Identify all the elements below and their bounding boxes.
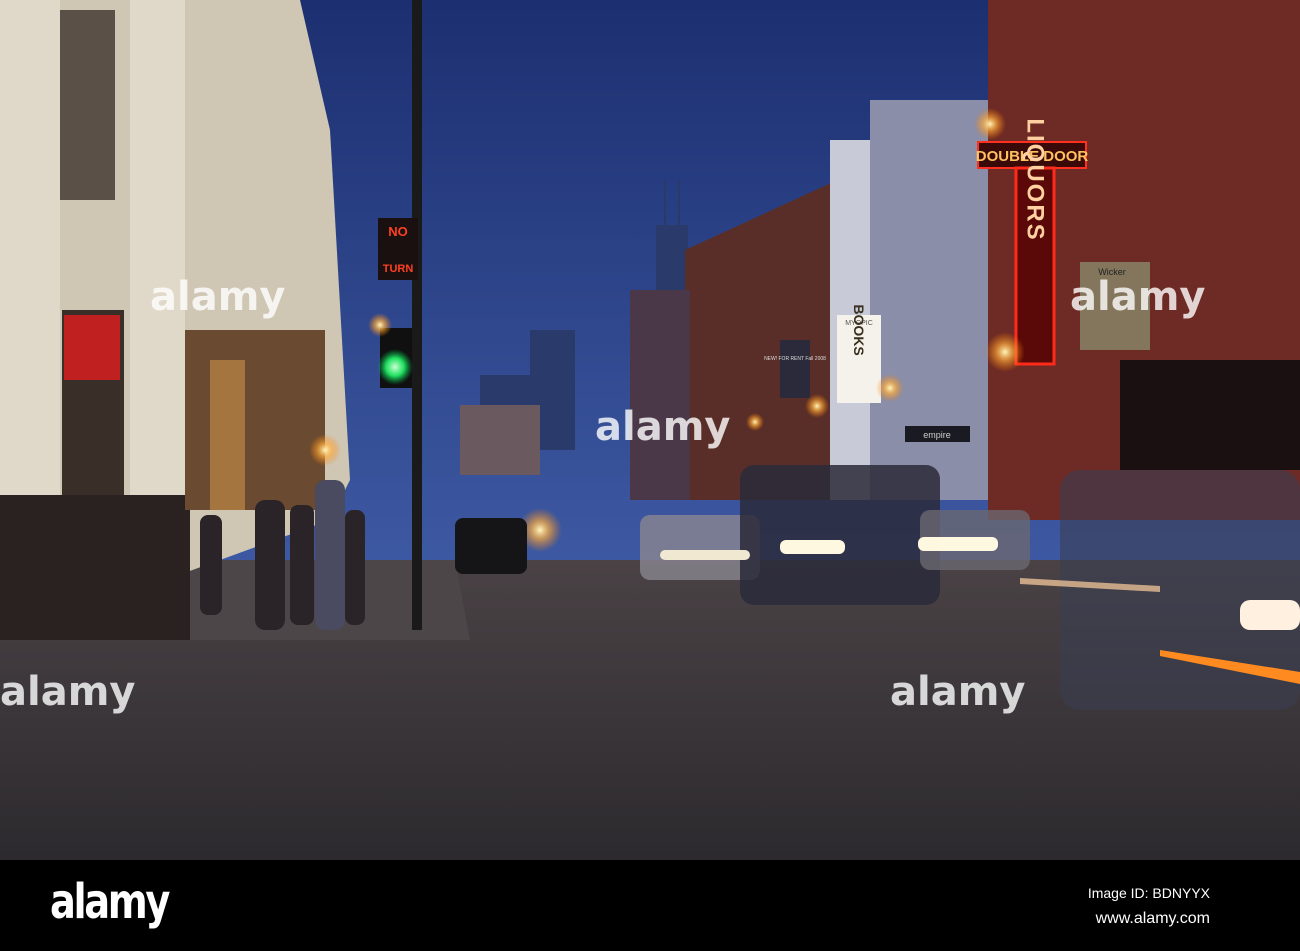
image-id: Image ID: BDNYYX <box>1087 885 1210 901</box>
svg-text:BOOKS: BOOKS <box>851 304 867 355</box>
svg-text:alamy: alamy <box>890 669 1025 715</box>
alamy-logo[interactable]: alamy <box>50 874 170 930</box>
liquors-neon-sign: LIQUORS <box>1014 118 1056 366</box>
green-light <box>377 349 413 385</box>
myopic-books-sign: MYOPIC BOOKS <box>837 304 881 403</box>
street-night-photo: DOUBLE DOOR LIQUORS MYOPIC BOOKS NEW! FO… <box>0 0 1300 860</box>
svg-text:alamy: alamy <box>595 404 730 450</box>
svg-text:alamy: alamy <box>150 274 285 320</box>
svg-text:LIQUORS: LIQUORS <box>1022 118 1049 241</box>
footer-bar: alamy Image ID: BDNYYX www.alamy.com <box>0 860 1300 951</box>
svg-text:empire: empire <box>923 430 951 440</box>
empire-sign: empire <box>905 426 970 442</box>
svg-text:TURN: TURN <box>383 263 414 275</box>
website-link[interactable]: www.alamy.com <box>1096 910 1210 928</box>
stock-photo-page: DOUBLE DOOR LIQUORS MYOPIC BOOKS NEW! FO… <box>0 0 1300 951</box>
svg-text:NO: NO <box>388 224 408 239</box>
svg-text:alamy: alamy <box>0 669 135 715</box>
svg-text:alamy: alamy <box>1070 274 1205 320</box>
svg-text:NEW! FOR RENT Fall 2008: NEW! FOR RENT Fall 2008 <box>764 356 826 362</box>
